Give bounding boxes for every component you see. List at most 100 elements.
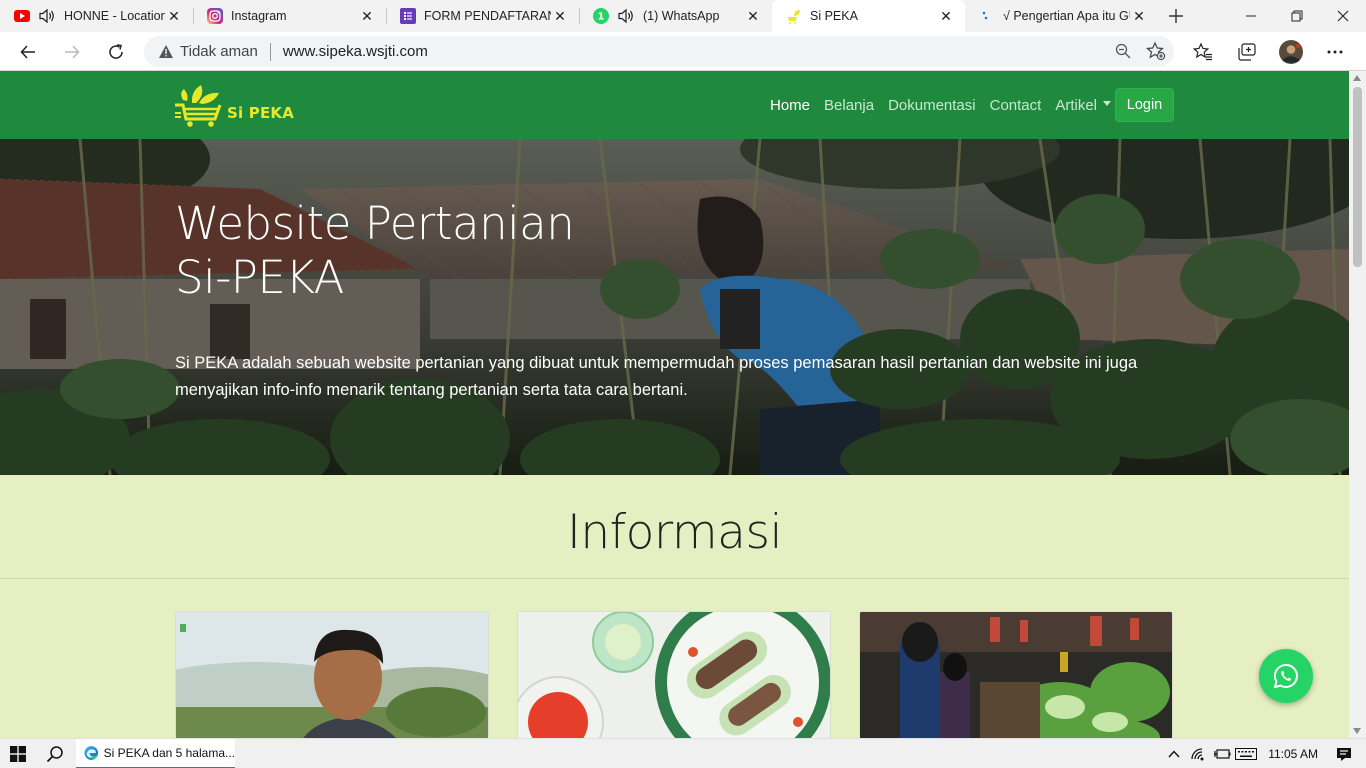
hero-title: Website Pertanian Si-PEKA	[175, 197, 575, 305]
close-icon[interactable]: ✕	[744, 7, 762, 25]
hero-description: Si PEKA adalah sebuah website pertanian …	[175, 354, 1138, 399]
refresh-button[interactable]	[100, 36, 132, 68]
add-favorite-icon[interactable]	[1146, 40, 1166, 67]
tab-instagram[interactable]: Instagram ✕	[193, 0, 386, 32]
scroll-up-icon[interactable]	[1353, 75, 1361, 81]
chevron-up-icon[interactable]	[1162, 739, 1186, 768]
login-button[interactable]: Login	[1115, 88, 1174, 122]
tab-title: FORM PENDAFTARAN |	[424, 9, 551, 23]
url-text[interactable]: www.sipeka.wsjti.com	[283, 43, 428, 60]
whatsapp-icon: 1	[593, 8, 609, 24]
vertical-scrollbar[interactable]	[1349, 71, 1366, 738]
brand-name: Si PEKA	[227, 104, 295, 122]
site-icon	[979, 8, 995, 24]
tab-pengertian[interactable]: √ Pengertian Apa itu GU ✕	[965, 0, 1158, 32]
tab-title: Instagram	[231, 9, 287, 23]
nav-contact[interactable]: Contact	[990, 97, 1042, 114]
tab-title: HONNE - Location	[64, 9, 165, 23]
nav-articles-dropdown[interactable]: Artikel	[1055, 97, 1111, 114]
speaker-icon[interactable]	[38, 8, 56, 24]
info-card-farmer[interactable]	[175, 611, 489, 738]
profile-button[interactable]	[1276, 36, 1306, 67]
nav-shop[interactable]: Belanja	[824, 97, 874, 114]
close-icon[interactable]: ✕	[165, 7, 183, 25]
windows-icon	[10, 746, 26, 762]
keyboard-icon[interactable]	[1234, 739, 1258, 768]
spring-rolls-photo	[518, 612, 830, 738]
minimize-button[interactable]	[1228, 0, 1274, 32]
brand-logo[interactable]: Si PEKA	[175, 83, 295, 129]
tab-whatsapp[interactable]: 1 (1) WhatsApp ✕	[579, 0, 772, 32]
plus-icon	[1169, 9, 1183, 23]
tab-title: √ Pengertian Apa itu GU	[1003, 9, 1130, 23]
tab-form[interactable]: FORM PENDAFTARAN | ✕	[386, 0, 579, 32]
hero-title-line1: Website Pertanian	[175, 197, 575, 250]
warning-icon	[159, 45, 173, 58]
section-title: Informasi	[566, 505, 783, 560]
back-button[interactable]	[12, 36, 44, 68]
hero-background-image	[0, 139, 1349, 475]
browser-tab-strip: HONNE - Location ✕ Instagram ✕ FORM PEND…	[0, 0, 1366, 32]
close-icon[interactable]: ✕	[358, 7, 376, 25]
site-navbar: Si PEKA Home Belanja Dokumentasi Contact…	[0, 71, 1349, 139]
farmer-photo	[176, 612, 488, 738]
scroll-down-icon[interactable]	[1353, 728, 1361, 734]
arrow-left-icon	[20, 45, 35, 59]
info-card-food[interactable]	[517, 611, 831, 738]
settings-menu-button[interactable]	[1320, 36, 1350, 67]
caret-down-icon	[1103, 100, 1111, 106]
close-icon[interactable]: ✕	[551, 7, 569, 25]
browser-toolbar: Tidak aman www.sipeka.wsjti.com	[0, 32, 1366, 71]
svg-text:1: 1	[598, 12, 605, 23]
collections-button[interactable]	[1232, 36, 1262, 67]
instagram-icon	[207, 8, 223, 24]
speaker-icon[interactable]	[617, 8, 635, 24]
youtube-icon	[14, 8, 30, 24]
sipeka-icon	[786, 8, 802, 24]
tab-title: (1) WhatsApp	[643, 9, 720, 23]
close-icon[interactable]: ✕	[937, 7, 955, 25]
more-icon	[1327, 50, 1343, 53]
main-nav: Home Belanja Dokumentasi Contact Artikel	[770, 71, 1111, 139]
info-card-market[interactable]	[859, 611, 1173, 738]
new-tab-button[interactable]	[1158, 0, 1194, 32]
forward-button[interactable]	[56, 36, 88, 68]
collections-icon	[1238, 42, 1256, 61]
taskbar-search-button[interactable]	[36, 739, 74, 768]
wifi-icon[interactable]	[1186, 739, 1210, 768]
favorites-icon	[1193, 42, 1212, 60]
avatar	[1279, 39, 1303, 64]
address-bar[interactable]: Tidak aman www.sipeka.wsjti.com	[144, 36, 1174, 67]
taskbar-edge-app[interactable]: Si PEKA dan 5 halama...	[76, 739, 235, 768]
forms-icon	[400, 8, 416, 24]
favorites-button[interactable]	[1188, 36, 1218, 67]
battery-icon[interactable]	[1210, 739, 1234, 768]
whatsapp-chat-button[interactable]	[1259, 649, 1313, 703]
refresh-icon	[109, 44, 123, 59]
browser-actions	[1188, 36, 1350, 67]
notifications-icon[interactable]	[1332, 739, 1356, 768]
nav-docs[interactable]: Dokumentasi	[888, 97, 976, 114]
restore-button[interactable]	[1274, 0, 1320, 32]
close-window-button[interactable]	[1320, 0, 1366, 32]
tab-sipeka[interactable]: Si PEKA ✕	[772, 0, 965, 32]
taskbar-clock[interactable]: 11:05 AM	[1268, 747, 1318, 761]
search-icon	[46, 746, 63, 763]
omnibox-divider	[269, 42, 271, 61]
taskbar-app-label: Si PEKA dan 5 halama...	[103, 746, 235, 760]
system-tray: 11:05 AM	[1162, 739, 1366, 768]
section-divider	[0, 578, 1349, 579]
omnibox-icons	[1114, 40, 1166, 67]
nav-home[interactable]: Home	[770, 97, 810, 114]
arrow-right-icon	[65, 45, 80, 59]
nav-articles[interactable]: Artikel	[1055, 97, 1097, 114]
tab-honne[interactable]: HONNE - Location ✕	[0, 0, 193, 32]
close-icon[interactable]: ✕	[1130, 7, 1148, 25]
zoom-icon[interactable]	[1114, 40, 1132, 67]
tab-title: Si PEKA	[810, 9, 858, 23]
market-photo	[860, 612, 1172, 738]
scroll-thumb[interactable]	[1353, 87, 1362, 267]
start-button[interactable]	[0, 739, 36, 768]
security-label[interactable]: Tidak aman	[180, 43, 258, 60]
hero-title-line2: Si-PEKA	[175, 251, 344, 304]
